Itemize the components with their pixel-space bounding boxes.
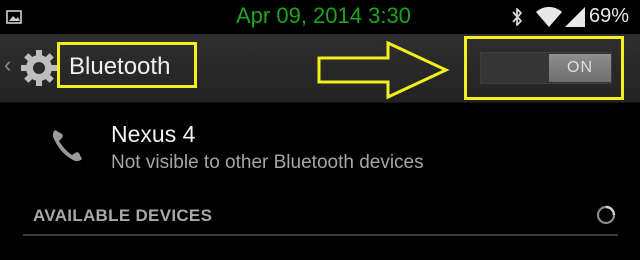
spinner-icon (596, 205, 616, 225)
section-divider (23, 234, 618, 236)
phone-icon (52, 130, 82, 162)
wifi-icon (536, 6, 562, 27)
action-bar: ‹ Bluetooth ON (0, 34, 640, 103)
battery-percent: 69% (589, 5, 630, 27)
back-caret-icon[interactable]: ‹ (4, 52, 11, 78)
toggle-state-label: ON (567, 59, 593, 76)
gallery-notification-icon (6, 10, 22, 24)
bluetooth-icon (512, 8, 522, 26)
device-visibility-status: Not visible to other Bluetooth devices (111, 152, 424, 173)
gear-icon[interactable] (19, 48, 59, 88)
battery-level: 69% (589, 5, 629, 28)
page-title: Bluetooth (69, 53, 171, 80)
right-arrow-annotation (317, 40, 450, 100)
cell-signal-icon (565, 7, 585, 27)
status-bar: Apr 09, 2014 3:30 69% (0, 0, 640, 34)
status-clock: Apr 09, 2014 3:30 (236, 3, 411, 28)
toggle-thumb[interactable]: ON (549, 54, 611, 82)
this-device-row[interactable] (0, 103, 640, 191)
available-devices-header: AVAILABLE DEVICES (33, 206, 213, 225)
device-name: Nexus 4 (111, 121, 196, 147)
